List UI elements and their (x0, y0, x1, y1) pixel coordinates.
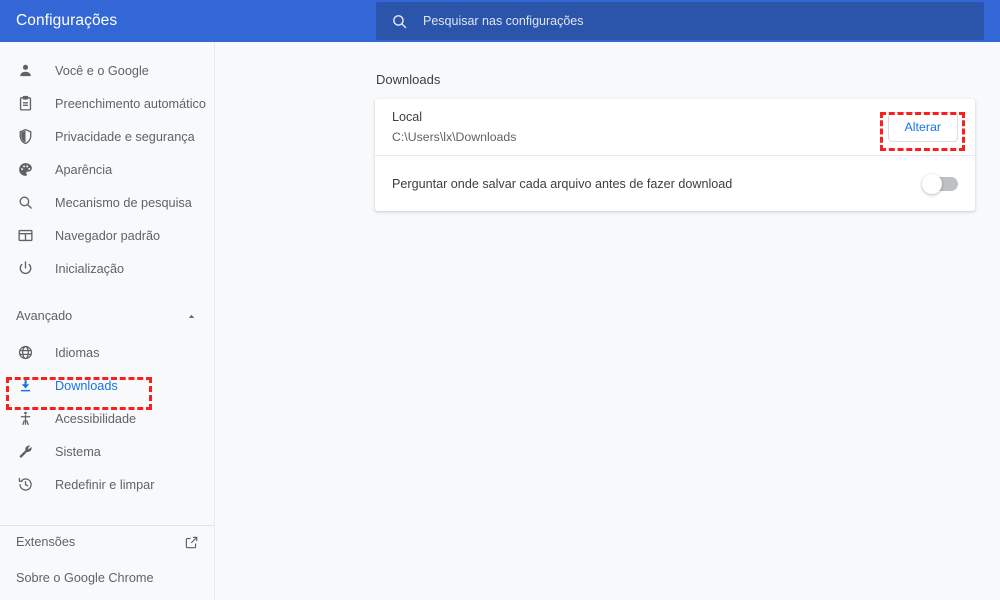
section-title: Downloads (376, 72, 441, 87)
sidebar-item-privacy-security[interactable]: Privacidade e segurança (0, 120, 214, 153)
accessibility-icon (14, 408, 36, 430)
magnifier-icon (14, 192, 36, 214)
sidebar-item-label: Aparência (55, 162, 113, 177)
sidebar-item-downloads[interactable]: Downloads (0, 369, 214, 402)
sidebar-divider (0, 525, 214, 526)
external-link-icon[interactable] (183, 534, 199, 550)
search-icon (391, 13, 408, 30)
sidebar-item-label: Inicialização (55, 261, 125, 276)
sidebar-item-default-browser[interactable]: Navegador padrão (0, 219, 214, 252)
sidebar-item-appearance[interactable]: Aparência (0, 153, 214, 186)
power-icon (14, 258, 36, 280)
sidebar-item-search-engine[interactable]: Mecanismo de pesquisa (0, 186, 214, 219)
sidebar-item-reset-cleanup[interactable]: Redefinir e limpar (0, 468, 214, 501)
download-icon (14, 375, 36, 397)
app-header: Configurações Pesquisar nas configuraçõe… (0, 0, 1000, 42)
palette-icon (14, 159, 36, 181)
globe-icon (14, 342, 36, 364)
sidebar-section-advanced[interactable]: Avançado (0, 301, 214, 331)
change-location-button[interactable]: Alterar (887, 112, 958, 142)
ask-where-to-save-row[interactable]: Perguntar onde salvar cada arquivo antes… (375, 155, 975, 211)
sidebar-item-label: Sobre o Google Chrome (16, 571, 154, 585)
sidebar-item-system[interactable]: Sistema (0, 435, 214, 468)
history-restore-icon (14, 474, 36, 496)
wrench-icon (14, 441, 36, 463)
sidebar: Você e o Google Preenchimento automático… (0, 42, 215, 600)
shield-icon (14, 126, 36, 148)
person-icon (14, 60, 36, 82)
toggle-knob (922, 173, 942, 194)
download-location-label: Local (392, 110, 423, 124)
sidebar-item-label: Downloads (55, 378, 118, 393)
ask-where-to-save-label: Perguntar onde salvar cada arquivo antes… (392, 176, 733, 191)
sidebar-item-on-startup[interactable]: Inicialização (0, 252, 214, 285)
ask-where-to-save-toggle[interactable] (922, 173, 958, 194)
sidebar-item-label: Sistema (55, 444, 101, 459)
main-content: Downloads Local C:\Users\lx\Downloads Al… (215, 42, 1000, 600)
sidebar-item-label: Navegador padrão (55, 228, 161, 243)
sidebar-item-label: Idiomas (55, 345, 100, 360)
sidebar-item-about-chrome[interactable]: Sobre o Google Chrome (0, 563, 214, 593)
sidebar-item-label: Extensões (16, 535, 76, 549)
sidebar-item-label: Acessibilidade (55, 411, 137, 426)
sidebar-item-you-and-google[interactable]: Você e o Google (0, 54, 214, 87)
sidebar-item-autofill[interactable]: Preenchimento automático (0, 87, 214, 120)
clipboard-icon (14, 93, 36, 115)
download-location-value: C:\Users\lx\Downloads (392, 130, 517, 144)
sidebar-item-label: Privacidade e segurança (55, 129, 195, 144)
search-placeholder: Pesquisar nas configurações (423, 14, 584, 28)
browser-window-icon (14, 225, 36, 247)
sidebar-item-languages[interactable]: Idiomas (0, 336, 214, 369)
downloads-settings-card: Local C:\Users\lx\Downloads Alterar Perg… (375, 99, 975, 211)
page-title: Configurações (16, 12, 118, 29)
sidebar-item-accessibility[interactable]: Acessibilidade (0, 402, 214, 435)
sidebar-item-label: Mecanismo de pesquisa (55, 195, 192, 210)
chevron-up-icon[interactable] (185, 310, 197, 322)
sidebar-item-extensions[interactable]: Extensões (0, 527, 214, 557)
search-input[interactable]: Pesquisar nas configurações (376, 2, 984, 40)
sidebar-item-label: Redefinir e limpar (55, 477, 155, 492)
download-location-row: Local C:\Users\lx\Downloads Alterar (375, 99, 975, 155)
sidebar-section-label: Avançado (16, 309, 73, 323)
sidebar-item-label: Você e o Google (55, 63, 149, 78)
sidebar-item-label: Preenchimento automático (55, 96, 206, 111)
